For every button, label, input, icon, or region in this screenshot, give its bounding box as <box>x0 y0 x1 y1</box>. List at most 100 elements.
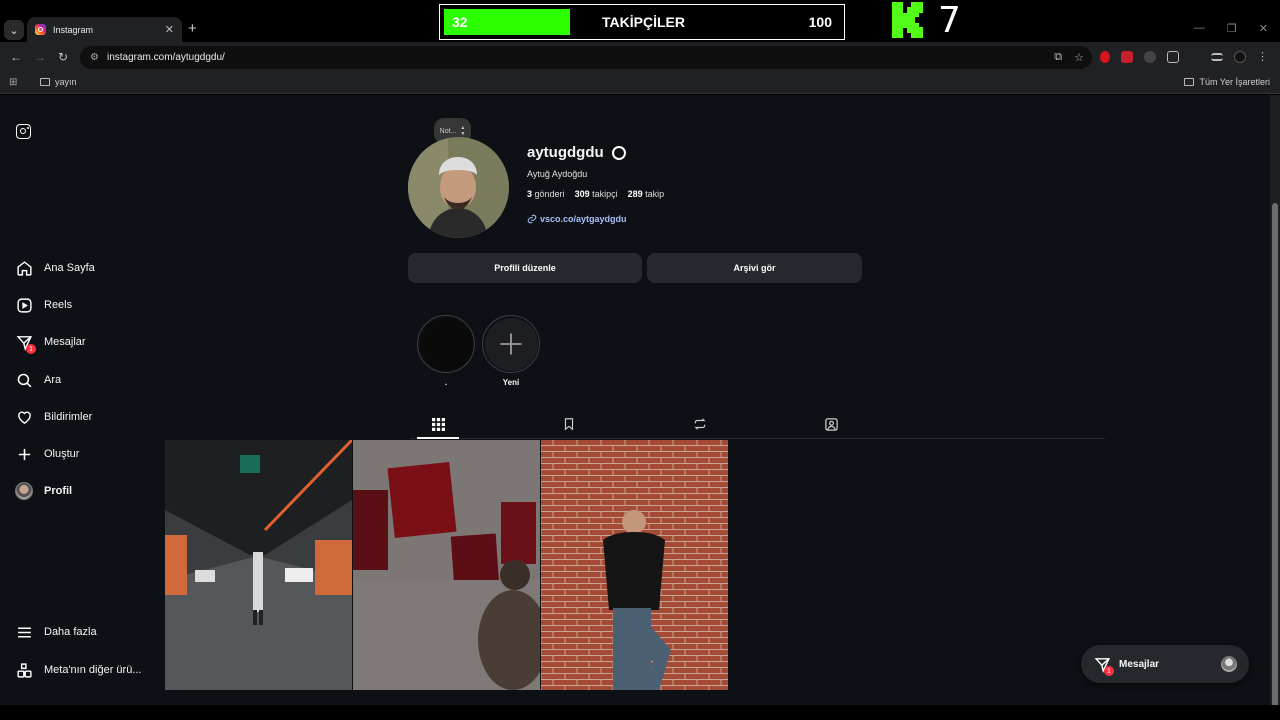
new-tab-button[interactable]: + <box>188 20 197 38</box>
messages-floating-button[interactable]: 1 Mesajlar <box>1081 645 1249 683</box>
menu-dots-icon[interactable]: ⋮ <box>1257 51 1268 63</box>
meta-apps-icon <box>15 661 33 679</box>
follower-goal-bar: 32 TAKİPÇİLER 100 <box>440 5 844 39</box>
minimize-icon[interactable]: — <box>1194 22 1205 35</box>
close-icon[interactable]: ✕ <box>165 23 174 36</box>
forward-icon[interactable]: → <box>34 50 46 64</box>
new-highlight-button[interactable] <box>482 315 540 373</box>
extension-adblock-icon[interactable] <box>1121 51 1133 63</box>
sidebar-item-label: Reels <box>44 299 73 311</box>
sidebar-item-label: Ara <box>44 374 62 386</box>
grid-icon <box>431 417 445 431</box>
bookmark-icon <box>564 418 574 431</box>
sidebar-item-reels[interactable]: Reels <box>15 295 72 315</box>
username-text: aytugdgdu <box>527 144 604 161</box>
follower-goal-label: TAKİPÇİLER <box>602 14 685 30</box>
active-tab-indicator <box>417 437 459 439</box>
tab-posts[interactable] <box>430 416 446 432</box>
bookmark-star-icon[interactable]: ☆ <box>1074 51 1084 64</box>
following-stat[interactable]: 289 takip <box>628 189 665 199</box>
install-app-icon[interactable]: ⧉ <box>1054 51 1062 64</box>
sidebar-item-label: Profil <box>44 485 73 497</box>
post-thumbnail[interactable] <box>541 440 728 690</box>
instagram-logo-icon[interactable] <box>16 124 31 139</box>
tab-tagged[interactable] <box>823 416 839 432</box>
messages-badge: 1 <box>26 344 36 354</box>
extension-red-icon[interactable] <box>1100 51 1110 63</box>
sidebar-item-create[interactable]: Oluştur <box>15 444 79 464</box>
sidebar-item-label: Daha fazla <box>44 626 97 638</box>
profile-link-text: vsco.co/aytgaydgdu <box>540 214 627 224</box>
sidebar-item-label: Ana Sayfa <box>44 262 95 274</box>
tab-reposts[interactable] <box>692 416 708 432</box>
tagged-icon <box>824 417 838 431</box>
profile-avatar[interactable] <box>408 137 509 238</box>
edit-profile-button[interactable]: Profili düzenle <box>408 253 642 283</box>
home-icon <box>15 259 33 277</box>
highlight-label: . <box>444 378 448 387</box>
sidebar-item-notifications[interactable]: Bildirimler <box>15 407 92 427</box>
browser-tab[interactable]: Instagram ✕ <box>27 17 182 42</box>
taskbar-strip <box>0 705 1280 720</box>
profile-link[interactable]: vsco.co/aytgaydgdu <box>527 214 627 224</box>
note-arrows-icon: ▲ ▼ <box>460 125 466 137</box>
followers-stat[interactable]: 309 takipçi <box>575 189 618 199</box>
plus-icon <box>15 445 33 463</box>
sidebar-item-meta[interactable]: Meta'nın diğer ürü... <box>15 660 142 680</box>
scrollbar[interactable] <box>1270 95 1280 720</box>
window-controls: — ❐ ✕ <box>1194 22 1268 35</box>
sidebar-item-label: Meta'nın diğer ürü... <box>44 664 142 676</box>
all-bookmarks[interactable]: Tüm Yer İşaretleri <box>1184 77 1270 87</box>
bookmark-folder-label: yayın <box>55 77 77 87</box>
sidebar-item-label: Mesajlar <box>44 336 86 348</box>
apps-grid-icon[interactable]: ⊞ <box>9 77 17 88</box>
highlight-cover <box>419 317 473 371</box>
media-queue-icon[interactable] <box>1211 53 1223 61</box>
scrollbar-thumb[interactable] <box>1272 203 1278 720</box>
reload-icon[interactable]: ↻ <box>58 50 68 64</box>
profile-photo <box>408 137 509 238</box>
story-highlight[interactable] <box>417 315 475 373</box>
site-info-icon[interactable]: ⚙ <box>90 52 99 63</box>
window-close-icon[interactable]: ✕ <box>1259 22 1268 35</box>
post-thumbnail[interactable] <box>165 440 352 690</box>
url-field[interactable]: ⚙ instagram.com/aytugdgdu/ ⧉ ☆ <box>80 46 1092 69</box>
url-text: instagram.com/aytugdgdu/ <box>106 52 225 63</box>
profile-username: aytugdgdu <box>527 144 626 161</box>
settings-gear-icon[interactable] <box>611 145 626 160</box>
avatar <box>15 482 33 500</box>
profile-full-name: Aytuğ Aydoğdu <box>527 169 588 179</box>
bookmark-folder-yayin[interactable]: yayın <box>40 77 77 87</box>
sidebar-item-profile[interactable]: Profil <box>15 481 72 501</box>
folder-icon <box>40 78 50 86</box>
sidebar-item-messages[interactable]: 1 Mesajlar <box>15 332 86 354</box>
profile-avatar-icon[interactable] <box>1234 51 1246 63</box>
tab-search-button[interactable]: ⌄ <box>4 20 24 40</box>
extension-f-icon[interactable] <box>1144 51 1156 63</box>
sidebar-item-more[interactable]: Daha fazla <box>15 622 97 642</box>
tab-saved[interactable] <box>561 416 577 432</box>
follower-current: 32 <box>452 14 468 30</box>
instagram-favicon-icon <box>35 24 46 35</box>
post-thumbnail[interactable] <box>353 440 540 690</box>
view-archive-button[interactable]: Arşivi gör <box>647 253 862 283</box>
sidebar-item-search[interactable]: Ara <box>15 370 61 390</box>
tab-title: Instagram <box>53 24 94 35</box>
folder-icon <box>1184 78 1195 86</box>
link-icon <box>527 214 537 224</box>
kick-logo-icon <box>892 2 923 38</box>
messages-pill-badge: 1 <box>1104 666 1114 676</box>
bookmarks-bar: ⊞ yayın Tüm Yer İşaretleri <box>0 72 1280 94</box>
extensions-puzzle-icon[interactable] <box>1167 51 1179 63</box>
all-bookmarks-label: Tüm Yer İşaretleri <box>1199 77 1270 87</box>
tabs-divider <box>410 438 1105 439</box>
back-icon[interactable]: ← <box>10 50 22 64</box>
plus-icon <box>500 333 522 355</box>
sidebar-item-label: Bildirimler <box>44 411 93 423</box>
note-text: Not... <box>439 127 457 135</box>
new-highlight-circle <box>484 317 538 371</box>
hamburger-icon <box>15 623 33 641</box>
restore-icon[interactable]: ❐ <box>1227 22 1237 35</box>
post-image-parking <box>165 440 352 690</box>
sidebar-item-home[interactable]: Ana Sayfa <box>15 258 95 278</box>
